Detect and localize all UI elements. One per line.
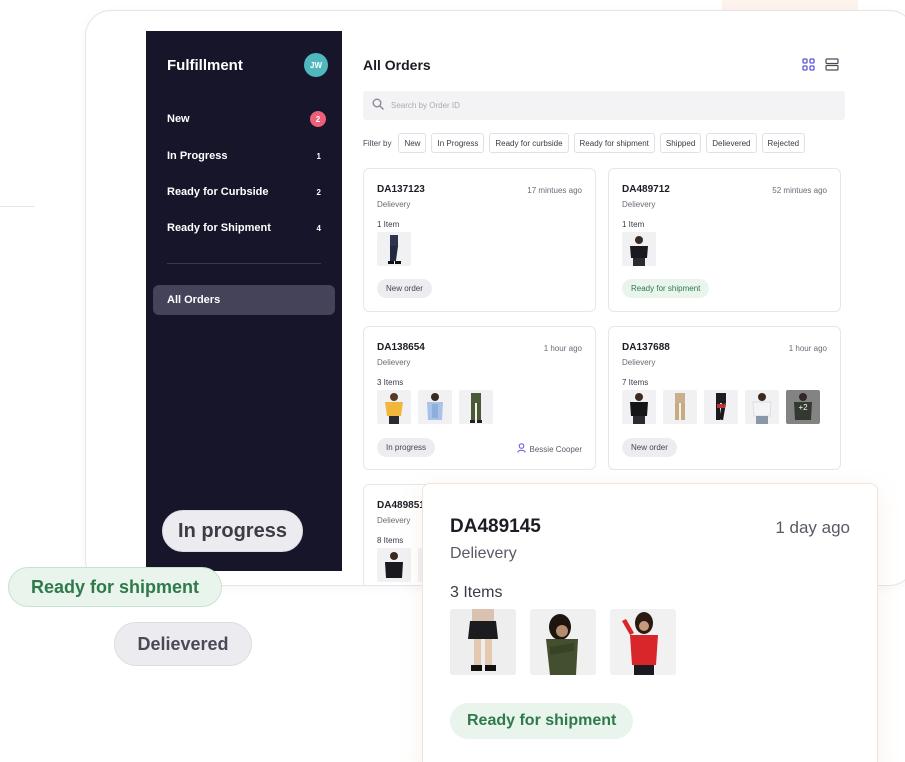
sidebar: Fulfillment JW New 2 In Progress 1 Ready… — [146, 31, 342, 571]
filter-chip-rejected[interactable]: Rejected — [761, 133, 806, 153]
product-thumbnail — [610, 609, 676, 675]
floating-status-in-progress: In progress — [162, 510, 303, 552]
sidebar-item-label: New — [167, 113, 190, 125]
list-view-icon[interactable] — [825, 58, 839, 76]
sidebar-item-label: Ready for Shipment — [167, 222, 271, 234]
filter-chip-new[interactable]: New — [398, 133, 427, 153]
sidebar-item-count: 1 — [316, 151, 321, 161]
item-count: 1 Item — [622, 220, 645, 229]
order-type: Delievery — [377, 358, 411, 367]
featured-order-card[interactable]: DA489145 1 day ago Delievery 3 Items Rea… — [422, 483, 878, 762]
avatar[interactable]: JW — [304, 53, 328, 77]
filter-chip-in-progress[interactable]: In Progress — [431, 133, 485, 153]
product-thumbnails — [622, 232, 656, 266]
notification-badge: 2 — [310, 111, 326, 127]
grid-view-icon[interactable] — [802, 58, 815, 76]
order-id: DA489851 — [377, 500, 425, 511]
order-type: Delievery — [622, 358, 656, 367]
order-id: DA138654 — [377, 342, 425, 353]
item-count: 3 Items — [377, 378, 404, 387]
product-thumbnail — [745, 390, 779, 424]
filter-chip-ready-for-shipment[interactable]: Ready for shipment — [573, 133, 655, 153]
sidebar-item-new[interactable]: New 2 — [167, 110, 327, 128]
filter-label: Filter by — [363, 138, 392, 148]
view-toggle — [802, 58, 839, 76]
status-badge: Ready for shipment — [622, 279, 710, 298]
order-id: DA137123 — [377, 184, 425, 195]
product-thumbnail — [622, 232, 656, 266]
order-id: DA489712 — [622, 184, 670, 195]
status-badge: Ready for shipment — [450, 703, 634, 739]
sidebar-item-label: In Progress — [167, 150, 228, 162]
product-thumbnail — [704, 390, 738, 424]
product-thumbnail — [530, 609, 596, 675]
more-items-overlay[interactable]: +2 — [786, 390, 820, 424]
sidebar-divider — [167, 263, 321, 264]
order-type: Delievery — [377, 516, 411, 525]
order-type: Delievery — [622, 200, 656, 209]
product-thumbnails — [377, 390, 493, 424]
filter-bar: Filter by New In Progress Ready for curb… — [363, 133, 806, 153]
filter-chip-delievered[interactable]: Delievered — [706, 133, 757, 153]
product-thumbnail — [377, 548, 411, 582]
product-thumbnails — [450, 609, 676, 675]
item-count: 7 Items — [622, 378, 649, 387]
item-count: 3 Items — [450, 584, 503, 601]
product-thumbnails — [377, 232, 411, 266]
order-card[interactable]: DA489712 52 mintues ago Delievery 1 Item… — [608, 168, 841, 312]
sidebar-item-label: Ready for Curbside — [167, 186, 269, 198]
product-thumbnail — [377, 232, 411, 266]
product-thumbnail — [622, 390, 656, 424]
product-thumbnail — [663, 390, 697, 424]
decorative-line — [0, 206, 34, 207]
user-icon — [516, 443, 526, 455]
sidebar-item-ready-for-curbside[interactable]: Ready for Curbside 2 — [167, 183, 327, 201]
product-thumbnail: +2 — [786, 390, 820, 424]
order-id: DA489145 — [450, 516, 541, 537]
order-time: 1 hour ago — [543, 344, 582, 353]
status-badge: New order — [377, 279, 432, 298]
sidebar-item-count: 4 — [316, 223, 321, 233]
order-id: DA137688 — [622, 342, 670, 353]
order-time: 1 hour ago — [788, 344, 827, 353]
item-count: 1 Item — [377, 220, 400, 229]
floating-status-ready-for-shipment: Ready for shipment — [8, 567, 222, 607]
sidebar-item-all-orders[interactable]: All Orders — [153, 285, 335, 315]
page-title: All Orders — [363, 57, 431, 73]
product-thumbnail — [377, 390, 411, 424]
product-thumbnails: +2 — [622, 390, 820, 424]
sidebar-item-in-progress[interactable]: In Progress 1 — [167, 147, 327, 165]
order-card[interactable]: DA137123 17 mintues ago Delievery 1 Item… — [363, 168, 596, 312]
product-thumbnail — [418, 390, 452, 424]
order-time: 17 mintues ago — [527, 186, 582, 195]
assignee[interactable]: Bessie Cooper — [516, 443, 582, 455]
order-card[interactable]: DA138654 1 hour ago Delievery 3 Items In… — [363, 326, 596, 470]
order-time: 1 day ago — [775, 518, 850, 537]
search-placeholder: Search by Order ID — [391, 101, 460, 110]
floating-status-delievered: Delievered — [114, 622, 252, 666]
order-type: Delievery — [450, 545, 517, 562]
item-count: 8 Items — [377, 536, 404, 545]
filter-chip-ready-for-curbside[interactable]: Ready for curbside — [489, 133, 569, 153]
sidebar-item-count: 2 — [316, 187, 321, 197]
order-type: Delievery — [377, 200, 411, 209]
app-title: Fulfillment — [167, 57, 243, 74]
search-icon — [372, 97, 384, 115]
assignee-name: Bessie Cooper — [529, 444, 582, 454]
order-card[interactable]: DA137688 1 hour ago Delievery 7 Items +2… — [608, 326, 841, 470]
status-badge: New order — [622, 438, 677, 457]
status-badge: In progress — [377, 438, 436, 457]
order-time: 52 mintues ago — [772, 186, 827, 195]
filter-chip-shipped[interactable]: Shipped — [659, 133, 702, 153]
product-thumbnail — [459, 390, 493, 424]
search-input[interactable]: Search by Order ID — [363, 91, 845, 120]
product-thumbnail — [450, 609, 516, 675]
sidebar-item-ready-for-shipment[interactable]: Ready for Shipment 4 — [167, 219, 327, 237]
